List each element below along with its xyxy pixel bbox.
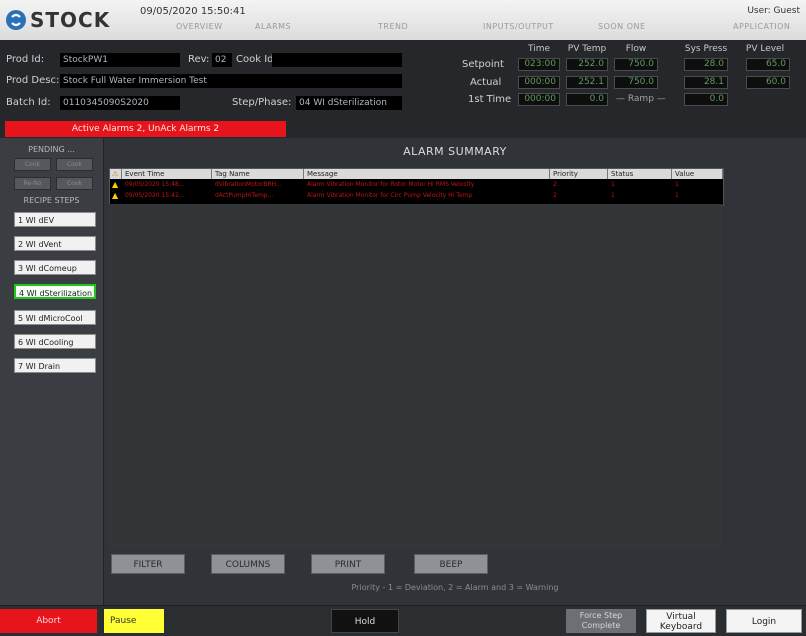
datetime-display: 09/05/2020 15:50:41: [140, 6, 246, 17]
cook-id-field: [272, 53, 402, 67]
tab-application[interactable]: APPLICATION: [733, 22, 790, 31]
col-header-pv-level: PV Level: [745, 44, 785, 54]
setpoint-time: 023:00: [518, 58, 560, 71]
ramp-value: 0.0: [684, 93, 728, 106]
actual-flow: 750.0: [614, 76, 658, 89]
row-event-time: 09/05/2020 15:42...: [125, 192, 185, 199]
actual-label: Actual: [470, 77, 502, 88]
recipe-step-1[interactable]: 1 WI dEV: [14, 212, 96, 227]
ramp-label: — Ramp —: [616, 94, 666, 104]
active-alarms-banner[interactable]: Active Alarms 2, UnAck Alarms 2: [5, 121, 286, 137]
tot-time-value: 000:00: [518, 93, 560, 106]
col-status[interactable]: Status: [608, 169, 672, 179]
table-row[interactable]: ▲ 09/05/2020 15:48... dVibrationMotorBRH…: [110, 180, 723, 190]
print-button[interactable]: PRINT: [311, 554, 385, 574]
abort-button[interactable]: Abort: [0, 609, 97, 633]
virtual-keyboard-button[interactable]: Virtual Keyboard: [646, 609, 716, 633]
tot-temp-value: 0.0: [566, 93, 608, 106]
row-priority: 2: [553, 181, 557, 188]
warning-icon: ▲: [112, 180, 119, 189]
alarm-table: ⚠ Event Time Tag Name Message Priority S…: [109, 168, 724, 206]
columns-button[interactable]: COLUMNS: [211, 554, 285, 574]
setpoint-label: Setpoint: [462, 59, 504, 70]
batch-id-field: 0110345090S2020: [60, 96, 180, 110]
hold-button[interactable]: Hold: [331, 609, 399, 633]
table-row[interactable]: ▲ 09/05/2020 15:42... dActPumpHiTemp... …: [110, 191, 723, 201]
force-step-complete-button[interactable]: Force Step Complete: [566, 609, 636, 633]
col-tag-name[interactable]: Tag Name: [212, 169, 304, 179]
col-value[interactable]: Value: [672, 169, 723, 179]
setpoint-pv-level: 65.0: [746, 58, 790, 71]
pending-cook-button-3[interactable]: Cook: [56, 177, 93, 190]
row-status: 1: [611, 181, 615, 188]
tab-inputs-output[interactable]: INPUTS/OUTPUT: [483, 22, 554, 31]
warning-icon: ⚠: [112, 170, 119, 178]
recipe-step-3[interactable]: 3 WI dComeup: [14, 260, 96, 275]
actual-time: 000:00: [518, 76, 560, 89]
tab-soon-one[interactable]: SOON ONE: [598, 22, 646, 31]
actual-pv-temp: 252.1: [566, 76, 608, 89]
setpoint-sys-press: 28.0: [684, 58, 728, 71]
tab-trend[interactable]: TREND: [378, 22, 408, 31]
tab-overview[interactable]: OVERVIEW: [176, 22, 223, 31]
cook-id-label: Cook Id:: [236, 54, 277, 65]
alarm-table-empty-area: [109, 204, 722, 549]
row-message: Alarm Vibration Monitor for Rotor Motor …: [307, 181, 475, 188]
tot-time-label: 1st Time: [468, 94, 512, 105]
recipe-step-7[interactable]: 7 WI Drain: [14, 358, 96, 373]
actual-pv-level: 60.0: [746, 76, 790, 89]
header-bar: STOCK 09/05/2020 15:50:41 OVERVIEW ALARM…: [0, 0, 806, 41]
pending-cook-button-1[interactable]: Cook: [14, 158, 51, 171]
filter-button[interactable]: FILTER: [111, 554, 185, 574]
brand-name: STOCK: [30, 8, 111, 32]
prod-desc-label: Prod Desc:: [6, 75, 60, 86]
recipe-step-2[interactable]: 2 WI dVent: [14, 236, 96, 251]
batch-id-label: Batch Id:: [6, 97, 51, 108]
setpoint-flow: 750.0: [614, 58, 658, 71]
col-priority[interactable]: Priority: [550, 169, 608, 179]
setpoint-pv-temp: 252.0: [566, 58, 608, 71]
row-value: 1: [675, 181, 679, 188]
col-message[interactable]: Message: [304, 169, 550, 179]
pending-reno-button[interactable]: Re-No: [14, 177, 51, 190]
recipe-steps-label: RECIPE STEPS: [23, 196, 80, 205]
beep-button[interactable]: BEEP: [414, 554, 488, 574]
recipe-step-5[interactable]: 5 WI dMicroCool: [14, 310, 96, 325]
step-label: Step/Phase:: [232, 97, 292, 108]
user-label: User: Guest: [747, 6, 800, 16]
prod-id-field: StockPW1: [60, 53, 180, 67]
step-field: 04 WI dSterilization: [296, 96, 402, 110]
priority-legend: Priority - 1 = Deviation, 2 = Alarm and …: [351, 583, 559, 592]
ack-column-header: ⚠: [110, 169, 122, 179]
row-message: Alarm Vibration Monitor for Circ Pump Ve…: [307, 192, 473, 199]
brand-logo: STOCK: [6, 6, 132, 36]
rev-field: 02: [212, 53, 232, 67]
warning-icon: ▲: [112, 191, 119, 200]
prod-id-label: Prod Id:: [6, 54, 45, 65]
login-button[interactable]: Login: [726, 609, 802, 633]
row-priority: 2: [553, 192, 557, 199]
row-value: 1: [675, 192, 679, 199]
row-tag-name: dVibrationMotorBRH...: [215, 181, 282, 188]
recipe-step-6[interactable]: 6 WI dCooling: [14, 334, 96, 349]
actual-sys-press: 28.1: [684, 76, 728, 89]
pause-button[interactable]: Pause: [104, 609, 164, 633]
prod-desc-field: Stock Full Water Immersion Test: [60, 74, 402, 88]
col-header-flow: Flow: [625, 44, 647, 54]
tab-alarms[interactable]: ALARMS: [255, 22, 291, 31]
recipe-step-4-active[interactable]: 4 WI dSterilization: [14, 284, 96, 299]
logo-icon: [6, 10, 26, 30]
rev-label: Rev:: [188, 54, 210, 65]
col-event-time[interactable]: Event Time: [122, 169, 212, 179]
pending-cook-button-2[interactable]: Cook: [56, 158, 93, 171]
row-status: 1: [611, 192, 615, 199]
pending-label: PENDING ...: [28, 145, 75, 154]
row-tag-name: dActPumpHiTemp...: [215, 192, 274, 199]
alarm-summary-title: ALARM SUMMARY: [403, 145, 507, 158]
row-event-time: 09/05/2020 15:48...: [125, 181, 185, 188]
col-header-pv-temp: PV Temp: [567, 44, 607, 54]
col-header-time: Time: [527, 44, 551, 54]
col-header-sys-press: Sys Press: [684, 44, 728, 54]
